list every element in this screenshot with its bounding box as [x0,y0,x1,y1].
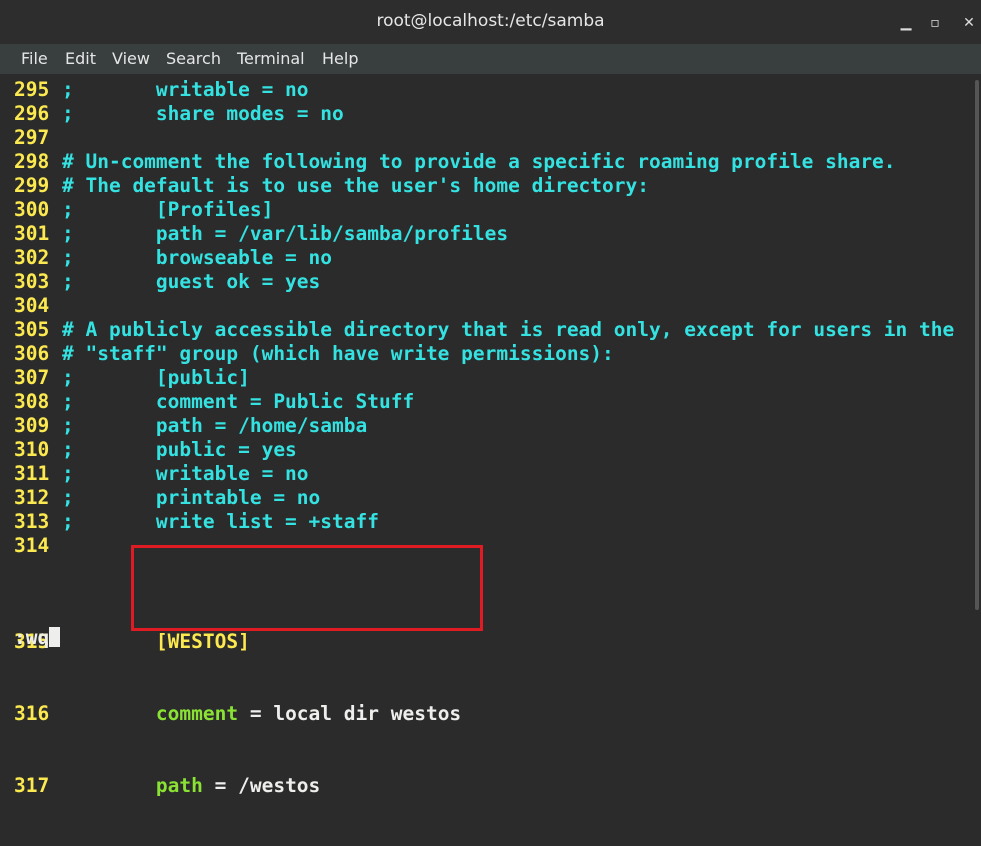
line-content: guest ok = yes [155,270,321,293]
line-text: # "staff" group (which have write permis… [62,342,614,365]
line-text: # The default is to use the user's home … [62,174,649,197]
code-line: 312; printable = no [14,486,954,510]
line-number: 305 [14,318,50,341]
code-line: 311; writable = no [14,462,954,486]
line-number: 309 [14,414,50,437]
menu-help[interactable]: Help [322,48,358,70]
menu-search[interactable]: Search [166,48,221,70]
line-text: ; [62,198,156,221]
line-text: ; [62,102,156,125]
line-number: 298 [14,150,50,173]
line-number: 312 [14,486,50,509]
menu-file[interactable]: File [21,48,48,70]
line-number: 314 [14,534,50,557]
highlight-box [131,545,483,631]
line-text: ; [62,222,156,245]
title-bar: root@localhost:/etc/samba ▁ ▫ ✕ [0,0,981,44]
line-number: 295 [14,78,50,101]
line-text: ; [62,414,156,437]
line-number: 313 [14,510,50,533]
line-content: [public] [155,366,250,389]
line-content: [Profiles] [155,198,274,221]
code-line: 303; guest ok = yes [14,270,954,294]
section-header: [WESTOS] [155,630,250,653]
line-text: # A publicly accessible directory that i… [62,318,955,341]
code-line: 298 # Un-comment the following to provide… [14,150,954,174]
code-line: 295; writable = no [14,78,954,102]
line-content: path = /home/samba [155,414,368,437]
line-number: 299 [14,174,50,197]
code-line: 302; browseable = no [14,246,954,270]
command-text: :wq [14,626,50,649]
line-text: ; [62,390,156,413]
maximize-icon[interactable]: ▫ [924,12,946,34]
code-line: 316 comment = local dir westos [14,702,954,726]
line-content: browseable = no [155,246,333,269]
code-line: 307; [public] [14,366,954,390]
menu-view[interactable]: View [112,48,150,70]
line-number: 316 [14,702,50,725]
text-cursor [49,627,61,647]
editor-text: 295; writable = no 296; share modes = no 2… [14,78,954,846]
line-number: 307 [14,366,50,389]
scrollbar[interactable] [975,80,979,610]
line-number: 310 [14,438,50,461]
line-text: ; [62,78,156,101]
line-content: public = yes [155,438,297,461]
code-line: 306 # "staff" group (which have write per… [14,342,954,366]
line-text: ; [62,366,156,389]
code-line: 308; comment = Public Stuff [14,390,954,414]
line-number: 302 [14,246,50,269]
minimize-icon[interactable]: ▁ [895,12,917,34]
line-number: 303 [14,270,50,293]
menu-bar: File Edit View Search Terminal Help [0,44,981,74]
line-content: writable = no [155,78,309,101]
close-icon[interactable]: ✕ [958,12,980,34]
line-content: writable = no [155,462,309,485]
line-content: write list = +staff [155,510,379,533]
line-number: 311 [14,462,50,485]
config-value: = local dir westos [238,702,462,725]
code-line: 309; path = /home/samba [14,414,954,438]
line-number: 296 [14,102,50,125]
line-text: ; [62,510,156,533]
code-line: 296; share modes = no [14,102,954,126]
command-line[interactable]: :wq [14,626,61,649]
line-number: 317 [14,774,50,797]
code-line: 315 [WESTOS] [14,630,954,654]
config-key: comment [155,702,239,725]
code-line: 301; path = /var/lib/samba/profiles [14,222,954,246]
menu-terminal[interactable]: Terminal [237,48,305,70]
code-line: 310; public = yes [14,438,954,462]
line-number: 297 [14,126,50,149]
code-line: 299 # The default is to use the user's ho… [14,174,954,198]
window-title: root@localhost:/etc/samba [376,11,605,31]
config-key: path [155,774,203,797]
line-content: comment = Public Stuff [155,390,415,413]
line-text: ; [62,462,156,485]
code-line: 300; [Profiles] [14,198,954,222]
code-line: 304 [14,294,954,318]
line-content: share modes = no [155,102,344,125]
menu-edit[interactable]: Edit [65,48,96,70]
code-line: 313; write list = +staff [14,510,954,534]
code-line: 297 [14,126,954,150]
line-text: ; [62,438,156,461]
line-number: 308 [14,390,50,413]
line-number: 306 [14,342,50,365]
code-line: 305 # A publicly accessible directory tha… [14,318,954,342]
line-number: 301 [14,222,50,245]
line-number: 304 [14,294,50,317]
line-number: 300 [14,198,50,221]
line-text: ; [62,486,156,509]
line-text: # Un-comment the following to provide a … [62,150,896,173]
line-content: printable = no [155,486,321,509]
code-line: 317 path = /westos [14,774,954,798]
line-text: ; [62,270,156,293]
config-value: = /westos [202,774,321,797]
line-text: ; [62,246,156,269]
line-content: path = /var/lib/samba/profiles [155,222,509,245]
